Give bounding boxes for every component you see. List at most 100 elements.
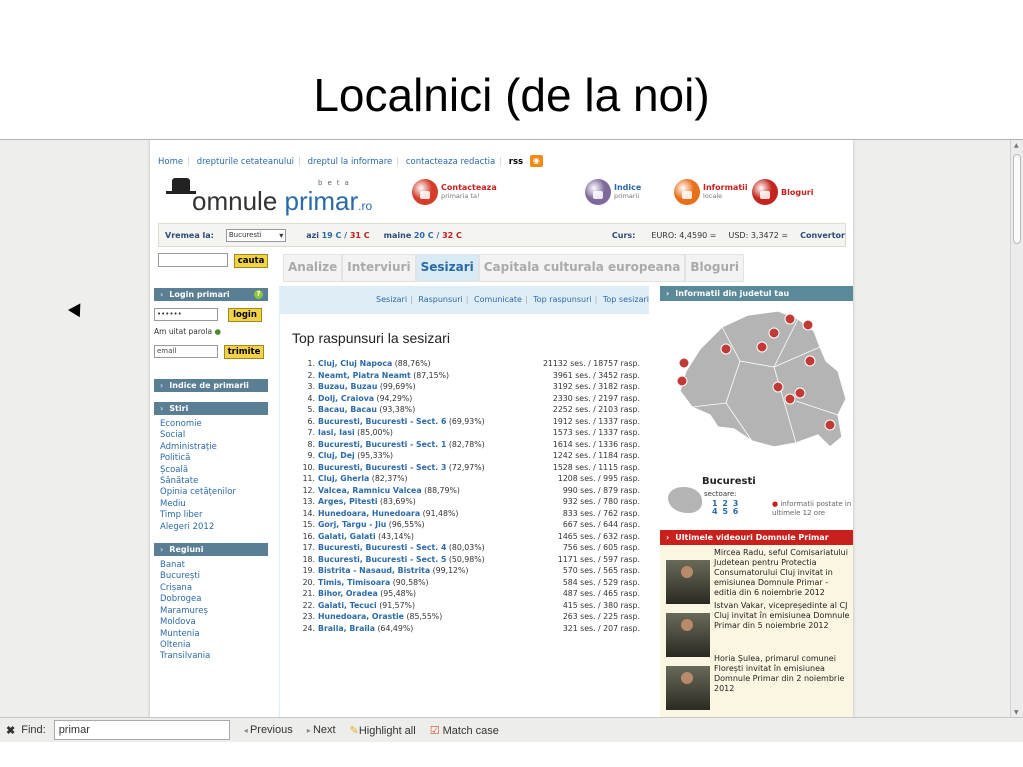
subnav-comunicate[interactable]: Comunicate [474, 295, 522, 304]
region-link[interactable]: Oltenia [160, 640, 268, 651]
sectors-row-2[interactable]: 4 5 6 [712, 508, 739, 516]
region-link[interactable]: Muntenia [160, 629, 268, 640]
video-item[interactable]: Horia Șulea, primarul comunei Florești i… [666, 654, 853, 710]
video-item[interactable]: Istvan Vakar, vicepreședinte al CJ Cluj … [666, 601, 853, 657]
scroll-thumb[interactable] [1013, 154, 1021, 244]
index-button[interactable]: Indice primarii [585, 177, 641, 207]
place-link[interactable]: Dolj, Craiova [318, 394, 374, 403]
regiuni-header[interactable]: Regiuni [154, 543, 268, 557]
info-button[interactable]: Informatii locale [674, 177, 748, 207]
bucuresti-map[interactable] [668, 487, 702, 513]
rss-icon[interactable]: ◉ [529, 155, 543, 167]
region-link[interactable]: Dobrogea [160, 594, 268, 605]
contact-button[interactable]: Contacteaza primaria ta! [412, 177, 497, 207]
video-thumbnail[interactable] [666, 613, 710, 657]
place-link[interactable]: Bistrita - Nasaud, Bistrita [318, 566, 430, 575]
video-item[interactable]: Mircea Radu, seful Comisariatului Judete… [666, 548, 853, 604]
nav-information-link[interactable]: dreptul la informare [308, 157, 393, 167]
news-category-link[interactable]: Alegeri 2012 [160, 522, 268, 533]
scroll-up-icon[interactable]: ▲ [1014, 142, 1019, 149]
place-link[interactable]: Gorj, Targu - Jiu [318, 520, 386, 529]
news-category-link[interactable]: Școală [160, 465, 268, 476]
tab-sesizari[interactable]: Sesizari [415, 254, 479, 282]
place-link[interactable]: Cluj, Cluj Napoca [318, 359, 392, 368]
news-category-link[interactable]: Social [160, 430, 268, 441]
place-link[interactable]: Bucuresti, Bucuresti - Sect. 4 [318, 543, 446, 552]
help-icon[interactable]: ? [254, 290, 263, 299]
place-link[interactable]: Galati, Tecuci [318, 601, 377, 610]
email-field[interactable]: email [154, 345, 218, 358]
close-icon[interactable]: ✖ [6, 724, 15, 737]
blogs-button[interactable]: Bloguri [752, 177, 813, 207]
region-link[interactable]: Transilvania [160, 651, 268, 662]
place-link[interactable]: Hunedoara, Orastie [318, 612, 404, 621]
region-link[interactable]: București [160, 571, 268, 582]
place-link[interactable]: Valcea, Ramnicu Valcea [318, 486, 422, 495]
news-category-link[interactable]: Sănătate [160, 476, 268, 487]
news-category-link[interactable]: Economie [160, 419, 268, 430]
place-link[interactable]: Iasi, Iasi [318, 428, 355, 437]
sector-links[interactable]: 1 2 34 5 6 [712, 500, 739, 516]
place-link[interactable]: Hunedoara, Hunedoara [318, 509, 420, 518]
forgot-password-link[interactable]: Am uitat parola ● [154, 327, 221, 336]
login-button[interactable]: login [228, 308, 262, 322]
video-caption[interactable]: Mircea Radu, seful Comisariatului Judete… [714, 548, 853, 598]
place-link[interactable]: Bucuresti, Bucuresti - Sect. 1 [318, 440, 446, 449]
news-category-link[interactable]: Opinia cetățenilor [160, 487, 268, 498]
video-caption[interactable]: Istvan Vakar, vicepreședinte al CJ Cluj … [714, 601, 853, 631]
stiri-header[interactable]: Stiri [154, 402, 268, 415]
highlight-all-button[interactable]: ✎Highlight all [350, 724, 416, 737]
find-previous-button[interactable]: ◂ Previous [244, 724, 293, 736]
subnav-top-sesizari[interactable]: Top sesizari [603, 295, 649, 304]
send-button[interactable]: trimite [224, 345, 264, 359]
search-input[interactable] [158, 253, 228, 267]
video-thumbnail[interactable] [666, 560, 710, 604]
nav-rights-link[interactable]: drepturile cetateanului [197, 157, 294, 167]
scroll-down-icon[interactable]: ▼ [1014, 709, 1019, 716]
place-link[interactable]: Galati, Galati [318, 532, 376, 541]
subnav-top-raspunsuri[interactable]: Top raspunsuri [533, 295, 591, 304]
place-link[interactable]: Braila, Braila [318, 624, 375, 633]
tab-analize[interactable]: Analize [283, 254, 343, 282]
news-category-link[interactable]: Mediu [160, 499, 268, 510]
place-link[interactable]: Bucuresti, Bucuresti - Sect. 3 [318, 463, 446, 472]
region-link[interactable]: Maramureș [160, 606, 268, 617]
password-field[interactable]: •••••• [154, 308, 218, 321]
news-category-link[interactable]: Politică [160, 453, 268, 464]
place-link[interactable]: Bucuresti, Bucuresti - Sect. 6 [318, 417, 446, 426]
place-link[interactable]: Cluj, Gherla [318, 474, 369, 483]
region-link[interactable]: Banat [160, 560, 268, 571]
news-category-link[interactable]: Administrație [160, 442, 268, 453]
nav-contact-link[interactable]: contacteaza redactia [406, 157, 495, 167]
nav-home-link[interactable]: Home [158, 157, 183, 167]
tab-capitala-culturala[interactable]: Capitala culturala europeana [478, 254, 686, 282]
place-link[interactable]: Timis, Timisoara [318, 578, 390, 587]
region-link[interactable]: Moldova [160, 617, 268, 628]
place-link[interactable]: Bacau, Bacau [318, 405, 377, 414]
news-category-link[interactable]: Timp liber [160, 510, 268, 521]
site-logo[interactable]: beta omnule primar.ro [158, 178, 388, 216]
tab-bloguri[interactable]: Bloguri [685, 254, 745, 282]
converter-link[interactable]: Convertor [800, 231, 845, 240]
city-select[interactable]: Bucuresti [225, 228, 287, 242]
find-input[interactable]: primar [53, 720, 230, 740]
indice-header[interactable]: Indice de primarii [154, 379, 268, 392]
vertical-scrollbar[interactable]: ▲ ▼ [1010, 140, 1023, 717]
search-button[interactable]: cauta [234, 254, 268, 268]
match-case-checkbox[interactable]: ☑ Match case [430, 724, 499, 737]
find-next-button[interactable]: ▸ Next [307, 724, 336, 736]
place-link[interactable]: Cluj, Dej [318, 451, 355, 460]
place-link[interactable]: Arges, Pitesti [318, 497, 378, 506]
subnav-sesizari[interactable]: Sesizari [376, 295, 407, 304]
tab-interviuri[interactable]: Interviuri [342, 254, 416, 282]
romania-map[interactable] [670, 307, 850, 467]
place-link[interactable]: Bihor, Oradea [318, 589, 378, 598]
rss-label[interactable]: rss [509, 157, 523, 167]
place-link[interactable]: Neamt, Piatra Neamt [318, 371, 411, 380]
subnav-raspunsuri[interactable]: Raspunsuri [418, 295, 462, 304]
place-link[interactable]: Buzau, Buzau [318, 382, 377, 391]
video-thumbnail[interactable] [666, 666, 710, 710]
place-link[interactable]: Bucuresti, Bucuresti - Sect. 5 [318, 555, 446, 564]
video-caption[interactable]: Horia Șulea, primarul comunei Florești i… [714, 654, 853, 694]
region-link[interactable]: Crișana [160, 583, 268, 594]
